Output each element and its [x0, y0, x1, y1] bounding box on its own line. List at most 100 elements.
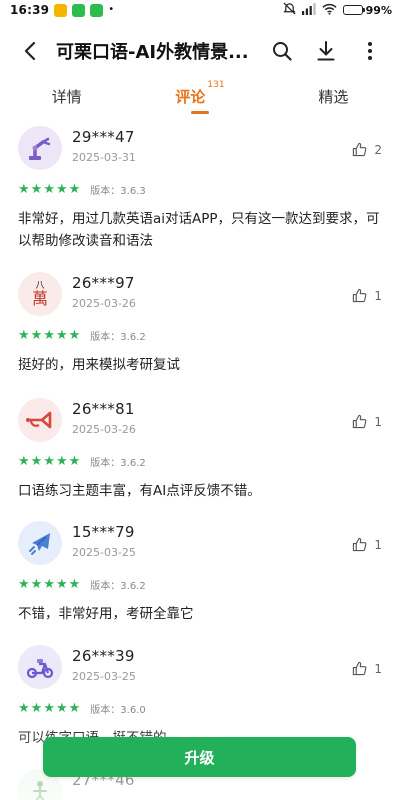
battery-indicator: 99% — [342, 3, 392, 17]
review-username: 26***97 — [72, 274, 135, 292]
robot-arm-icon — [29, 137, 51, 160]
star-rating: ★ ★ ★ ★ ★ — [18, 455, 80, 468]
star-icon: ★ — [68, 453, 81, 469]
tab-label: 详情 — [51, 88, 82, 106]
tab-reviews[interactable]: 评论 131 — [133, 80, 266, 120]
star-icon: ★ — [55, 700, 68, 716]
avatar — [18, 126, 62, 170]
review-list: 29***47 2025-03-31 2 ★ ★ ★ ★ ★ 版本：3.6.3 非常好，… — [0, 122, 400, 800]
tab-label: 精选 — [318, 88, 349, 106]
star-icon: ★ — [30, 453, 43, 469]
star-rating: ★ ★ ★ ★ ★ — [18, 578, 80, 591]
back-button[interactable] — [10, 28, 50, 74]
review-username: 26***39 — [72, 647, 135, 665]
page-title: 可栗口语-AI外教情景... — [56, 42, 249, 63]
review-version: 版本：3.6.2 — [90, 331, 146, 343]
download-button[interactable] — [310, 35, 342, 67]
review-version: 版本：3.6.0 — [90, 704, 146, 716]
star-icon: ★ — [68, 700, 81, 716]
like-button[interactable]: 2 — [352, 142, 382, 157]
more-button[interactable] — [354, 35, 386, 67]
star-icon: ★ — [43, 327, 55, 343]
review-username: 26***81 — [72, 400, 135, 418]
avatar-text-main: 萬 — [31, 288, 48, 308]
review-version: 版本：3.6.2 — [90, 457, 146, 469]
review-version: 版本：3.6.3 — [90, 185, 146, 197]
star-icon: ★ — [68, 576, 81, 592]
like-button[interactable]: 1 — [352, 661, 382, 676]
trumpet-icon — [26, 411, 52, 429]
thumbs-up-icon — [353, 661, 367, 676]
like-count: 1 — [374, 414, 382, 429]
star-icon: ★ — [30, 181, 43, 197]
back-arrow-icon — [24, 41, 36, 61]
notification-app-icon — [54, 3, 68, 17]
tab-label: 评论 — [175, 88, 206, 106]
star-icon: ★ — [55, 576, 68, 592]
review-count-badge: 131 — [207, 80, 225, 90]
avatar — [18, 398, 62, 442]
status-bar: 16:39 • 99% — [0, 0, 400, 20]
battery-tip — [362, 8, 365, 12]
battery-icon — [342, 5, 365, 15]
upgrade-button[interactable]: 升级 — [43, 737, 356, 777]
star-icon: ★ — [18, 700, 30, 716]
review-text: 非常好，用过几款英语ai对话APP，只有这一款达到要求，可以帮助修改读音和语法 — [18, 211, 380, 249]
avatar — [18, 521, 62, 565]
search-icon — [273, 42, 292, 61]
star-icon: ★ — [55, 453, 68, 469]
star-rating: ★ ★ ★ ★ ★ — [18, 702, 80, 715]
review-item: 26***81 2025-03-26 1 ★ ★ ★ ★ ★ 版本：3.6.2 口语练习… — [0, 394, 400, 517]
wechat-icon-2 — [90, 3, 104, 17]
review-date: 2025-03-26 — [72, 423, 136, 436]
like-button[interactable]: 1 — [352, 414, 382, 429]
like-count: 1 — [374, 537, 382, 552]
like-button[interactable]: 1 — [352, 537, 382, 552]
star-icon: ★ — [30, 327, 43, 343]
review-date: 2025-03-25 — [72, 546, 136, 559]
thumbs-up-icon — [353, 288, 367, 303]
star-icon: ★ — [18, 181, 30, 197]
active-tab-indicator — [190, 111, 209, 114]
wifi-icon — [322, 3, 337, 18]
thumbs-up-icon — [353, 142, 367, 157]
like-count: 1 — [374, 288, 382, 303]
like-button[interactable]: 1 — [352, 288, 382, 303]
review-date: 2025-03-26 — [72, 297, 136, 310]
tab-bar: 详情 评论 131 精选 — [0, 80, 400, 120]
star-icon: ★ — [43, 700, 55, 716]
star-icon: ★ — [18, 576, 30, 592]
wechat-icon — [72, 3, 86, 17]
signal-icon — [301, 2, 316, 18]
star-rating: ★ ★ ★ ★ ★ — [18, 183, 80, 196]
star-rating: ★ ★ ★ ★ ★ — [18, 329, 80, 342]
review-date: 2025-03-25 — [72, 670, 136, 683]
figure-icon — [33, 781, 47, 800]
like-count: 1 — [374, 661, 382, 676]
thumbs-up-icon — [353, 414, 367, 429]
alarm-off-icon — [283, 2, 296, 18]
tab-featured[interactable]: 精选 — [267, 80, 400, 120]
review-text: 口语练习主题丰富，有AI点评反馈不错。 — [18, 483, 261, 499]
avatar: 八 萬 — [18, 272, 62, 316]
tab-details[interactable]: 详情 — [0, 80, 133, 120]
star-icon: ★ — [43, 181, 55, 197]
review-username: 15***79 — [72, 523, 135, 541]
review-item: 八 萬 26***97 2025-03-26 1 ★ ★ ★ ★ ★ 版本：3.6.2 … — [0, 268, 400, 394]
avatar — [18, 645, 62, 689]
star-icon: ★ — [18, 327, 30, 343]
more-icon — [368, 42, 372, 60]
star-icon: ★ — [43, 576, 55, 592]
battery-percent: 99% — [365, 3, 392, 17]
star-icon: ★ — [68, 181, 81, 197]
search-button[interactable] — [266, 35, 298, 67]
review-text: 不错，非常好用，考研全靠它 — [18, 606, 194, 622]
review-text: 挺好的，用来模拟考研复试 — [18, 357, 180, 373]
scooter-icon — [26, 659, 54, 679]
star-icon: ★ — [68, 327, 81, 343]
top-nav: 可栗口语-AI外教情景... — [0, 28, 400, 74]
review-username: 29***47 — [72, 128, 135, 146]
star-icon: ★ — [55, 327, 68, 343]
status-time: 16:39 — [10, 3, 50, 17]
review-item: 29***47 2025-03-31 2 ★ ★ ★ ★ ★ 版本：3.6.3 非常好，… — [0, 122, 400, 268]
